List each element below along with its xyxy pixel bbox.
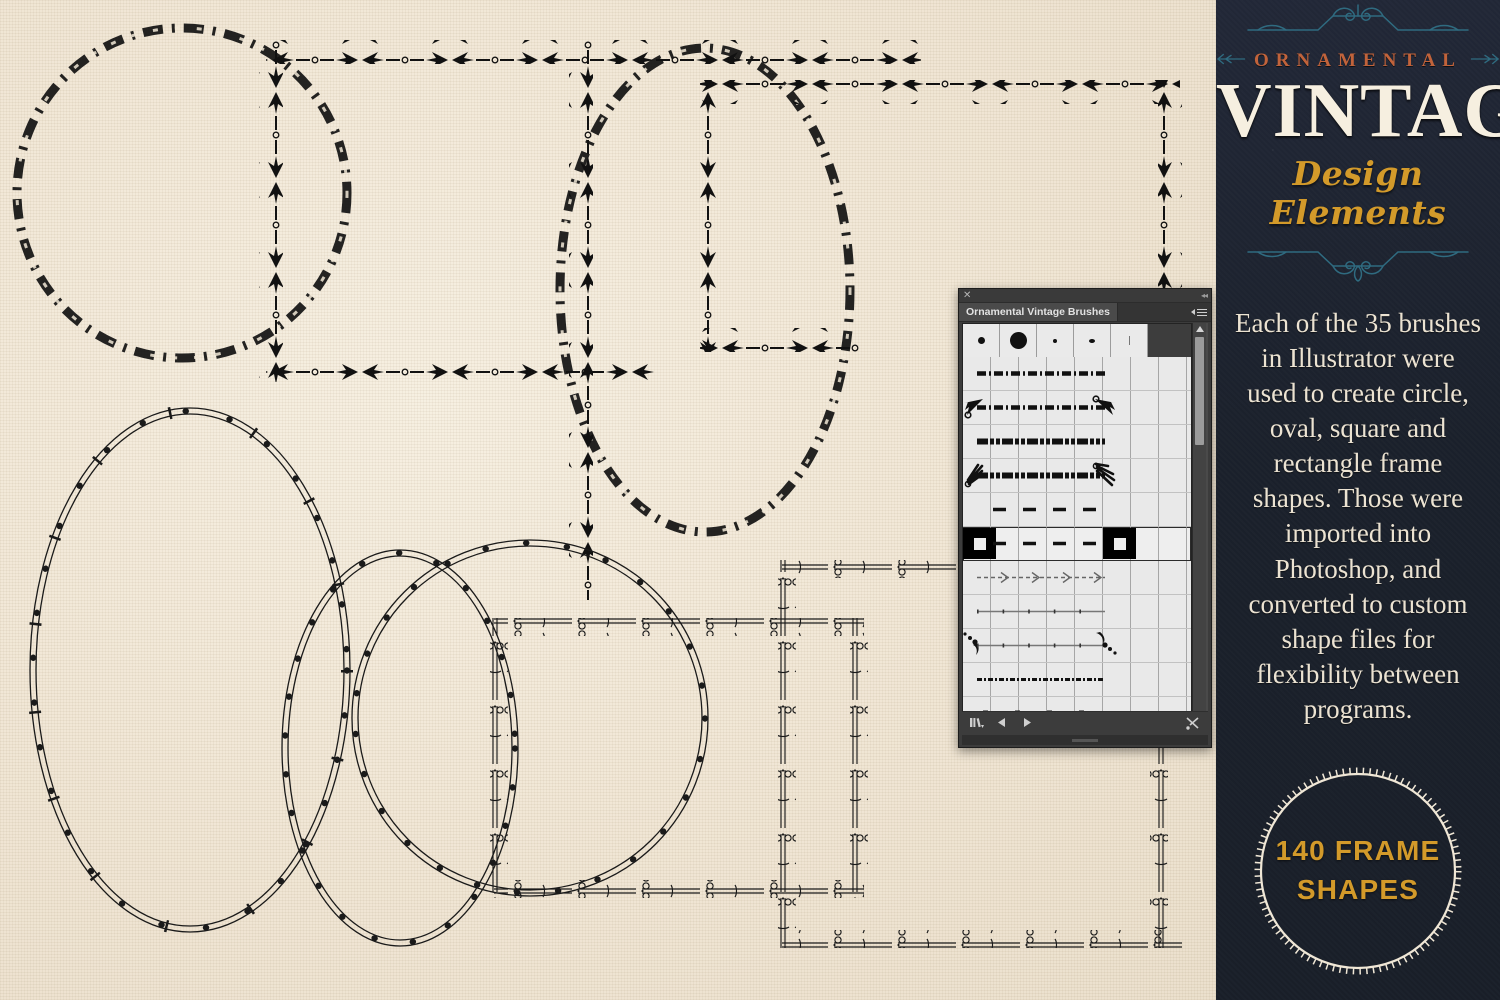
- brush-stroke-preview: [977, 678, 1105, 681]
- screenshot-root: ✕ ◂◂ Ornamental Vintage Brushes ORNAMENT…: [0, 0, 1500, 1000]
- collapse-panel-icon[interactable]: ◂◂: [1201, 291, 1208, 300]
- brush-endcap-left-square-block-icon: [963, 528, 996, 559]
- panel-footer-toolbar[interactable]: [962, 711, 1208, 733]
- brush-libraries-menu-icon[interactable]: [969, 716, 984, 730]
- tab-bar-filler: [1117, 303, 1187, 321]
- previous-brush-button[interactable]: [997, 717, 1008, 728]
- top-flourish-ornament: [1247, 4, 1469, 31]
- brush-stroke-preview: [977, 609, 1105, 614]
- badge-line-2: SHAPES: [1296, 874, 1420, 905]
- ornament-circle-top-left: [12, 23, 352, 363]
- brush-endcap-right-dotted-tail-icon: [1096, 632, 1117, 655]
- scrollbar-thumb[interactable]: [1195, 337, 1204, 445]
- brush-tip-oval-tiny[interactable]: [1074, 324, 1111, 357]
- brush-row-ornament-pattern-brush-5[interactable]: [963, 595, 1191, 629]
- brush-row-ornament-pattern-brush-3[interactable]: [963, 493, 1191, 527]
- brush-options-icon[interactable]: [1185, 716, 1201, 730]
- brush-row-ornament-pattern-brush-6[interactable]: [963, 663, 1191, 697]
- ornament-bar-top-1: [266, 40, 921, 64]
- brush-row-ornament-pattern-brush-4[interactable]: [963, 561, 1191, 595]
- brush-stroke-preview: [993, 541, 1097, 546]
- close-icon[interactable]: ✕: [963, 290, 971, 301]
- promo-subtitle: Design Elements: [1269, 153, 1447, 232]
- brush-row-ornament-art-brush-1[interactable]: [963, 391, 1191, 425]
- brush-stroke-preview: [977, 571, 1105, 584]
- brush-list-scrollbar[interactable]: [1192, 323, 1206, 722]
- frame-count-badge: 140 FRAME SHAPES: [1251, 764, 1465, 978]
- brush-stroke-preview: [977, 438, 1105, 445]
- ornament-bar-vertical-1: [259, 40, 283, 382]
- brush-stroke-preview: [977, 371, 1105, 376]
- promo-wordmark: VINTAGE: [1216, 67, 1500, 153]
- panel-title-bar[interactable]: ✕ ◂◂: [959, 289, 1211, 303]
- chevron-left-icon: [1191, 309, 1195, 315]
- brush-endcap-right-starburst-icon: [1092, 462, 1116, 487]
- hamburger-menu-icon: [1197, 307, 1207, 318]
- ornament-circle-bottom-middle: [351, 539, 709, 897]
- panel-body: [962, 323, 1208, 722]
- ornament-square-bottom-right: [490, 618, 868, 898]
- brush-endcap-right-arrow-leaf-icon: [1092, 395, 1116, 415]
- ornament-bar-top-2: [266, 358, 656, 382]
- panel-tab-bar[interactable]: Ornamental Vintage Brushes: [959, 303, 1211, 322]
- brush-tip-thin-line[interactable]: [1111, 324, 1148, 357]
- brush-endcap-right-square-block-icon: [1103, 528, 1136, 559]
- left-arrow-flourish-icon: [1216, 53, 1246, 65]
- brush-row-ornament-art-brush-2[interactable]: [963, 459, 1191, 493]
- brush-row-ornament-pattern-brush-1[interactable]: [963, 357, 1191, 391]
- brush-tip-row[interactable]: [963, 324, 1191, 357]
- ornament-bar-vertical-2: [569, 40, 593, 600]
- brush-stroke-preview: [977, 405, 1105, 410]
- grip-bar: [1072, 738, 1098, 742]
- badge-line-1: 140 FRAME: [1275, 835, 1441, 867]
- brush-tip-hard-round-tiny[interactable]: [1037, 324, 1074, 357]
- brush-stroke-preview: [977, 643, 1105, 648]
- ornament-oval-bottom-middle: [281, 549, 519, 947]
- brush-tip-hard-round-small[interactable]: [963, 324, 1000, 357]
- brush-row-ornament-pattern-brush-2[interactable]: [963, 425, 1191, 459]
- promo-description: Each of the 35 brushes in Illustrator we…: [1235, 307, 1481, 724]
- panel-resize-grip[interactable]: [962, 735, 1208, 745]
- badge-text-group: 140 FRAME SHAPES: [1251, 764, 1465, 978]
- brush-stroke-preview: [977, 472, 1105, 479]
- promo-panel: ORNAMENTAL VINTAGE Design Elements Each …: [1216, 0, 1500, 1000]
- bottom-flourish-ornament: [1247, 251, 1469, 282]
- right-arrow-flourish-icon: [1470, 53, 1500, 65]
- brush-row-ornament-art-brush-4[interactable]: [963, 629, 1191, 663]
- tab-ornamental-vintage-brushes[interactable]: Ornamental Vintage Brushes: [959, 303, 1118, 321]
- brush-list[interactable]: [962, 323, 1192, 722]
- scroll-up-arrow-icon[interactable]: [1196, 326, 1204, 332]
- brush-row-ornament-art-brush-3[interactable]: [963, 527, 1191, 561]
- brush-tip-hard-round-large[interactable]: [1000, 324, 1037, 357]
- panel-menu-button[interactable]: [1187, 303, 1211, 321]
- brush-stroke-preview: [993, 507, 1103, 512]
- next-brush-button[interactable]: [1021, 717, 1032, 728]
- brushes-panel[interactable]: ✕ ◂◂ Ornamental Vintage Brushes: [958, 288, 1212, 748]
